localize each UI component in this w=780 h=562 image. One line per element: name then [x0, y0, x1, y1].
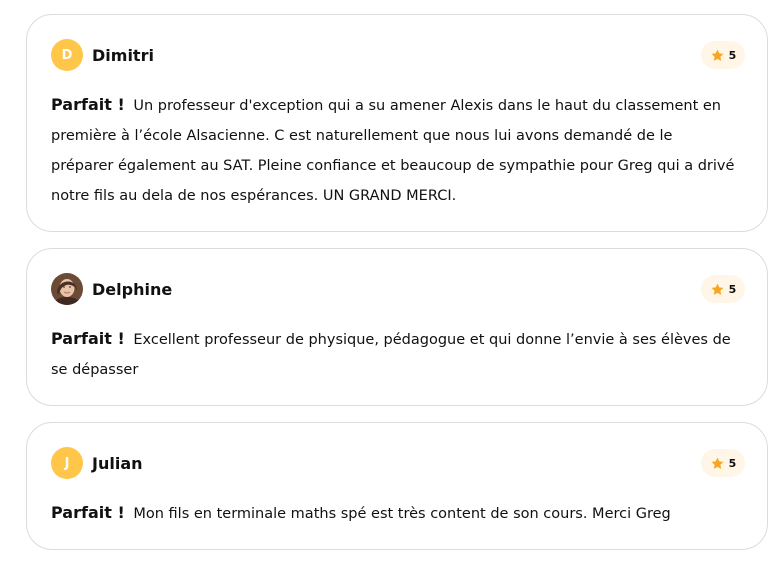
review-comment: Un professeur d'exception qui a su amene… [51, 98, 735, 204]
star-icon [711, 283, 724, 295]
review-text: Parfait ! Un professeur d'exception qui … [51, 90, 739, 211]
reviewer-name: Dimitri [92, 45, 154, 65]
review-verdict: Parfait ! [51, 95, 125, 114]
star-icon [711, 49, 724, 61]
reviews-list: D Dimitri 5 Parfait ! Un professeur d'ex… [0, 0, 780, 562]
review-card: Delphine 5 Parfait ! Excellent professeu… [26, 248, 768, 406]
review-comment: Excellent professeur de physique, pédago… [51, 332, 731, 378]
star-icon [711, 457, 724, 469]
rating-value: 5 [728, 282, 737, 296]
avatar: D [51, 39, 83, 71]
reviewer-name: Delphine [92, 279, 173, 299]
review-comment: Mon fils en terminale maths spé est très… [133, 506, 671, 522]
rating-value: 5 [728, 48, 737, 62]
reviewer-name: Julian [92, 453, 143, 473]
rating-badge: 5 [701, 41, 745, 69]
review-text: Parfait ! Excellent professeur de physiq… [51, 324, 739, 385]
avatar: J [51, 447, 83, 479]
review-card: D Dimitri 5 Parfait ! Un professeur d'ex… [26, 14, 768, 232]
rating-badge: 5 [701, 449, 745, 477]
review-verdict: Parfait ! [51, 503, 125, 522]
rating-badge: 5 [701, 275, 745, 303]
review-header: Delphine [51, 272, 172, 306]
review-text: Parfait ! Mon fils en terminale maths sp… [51, 498, 739, 529]
avatar-photo-image [51, 273, 83, 305]
review-header: D Dimitri [51, 38, 154, 72]
review-card: J Julian 5 Parfait ! Mon fils en termina… [26, 422, 768, 550]
avatar [51, 273, 83, 305]
rating-value: 5 [728, 456, 737, 470]
review-header: J Julian [51, 446, 143, 480]
review-verdict: Parfait ! [51, 329, 125, 348]
